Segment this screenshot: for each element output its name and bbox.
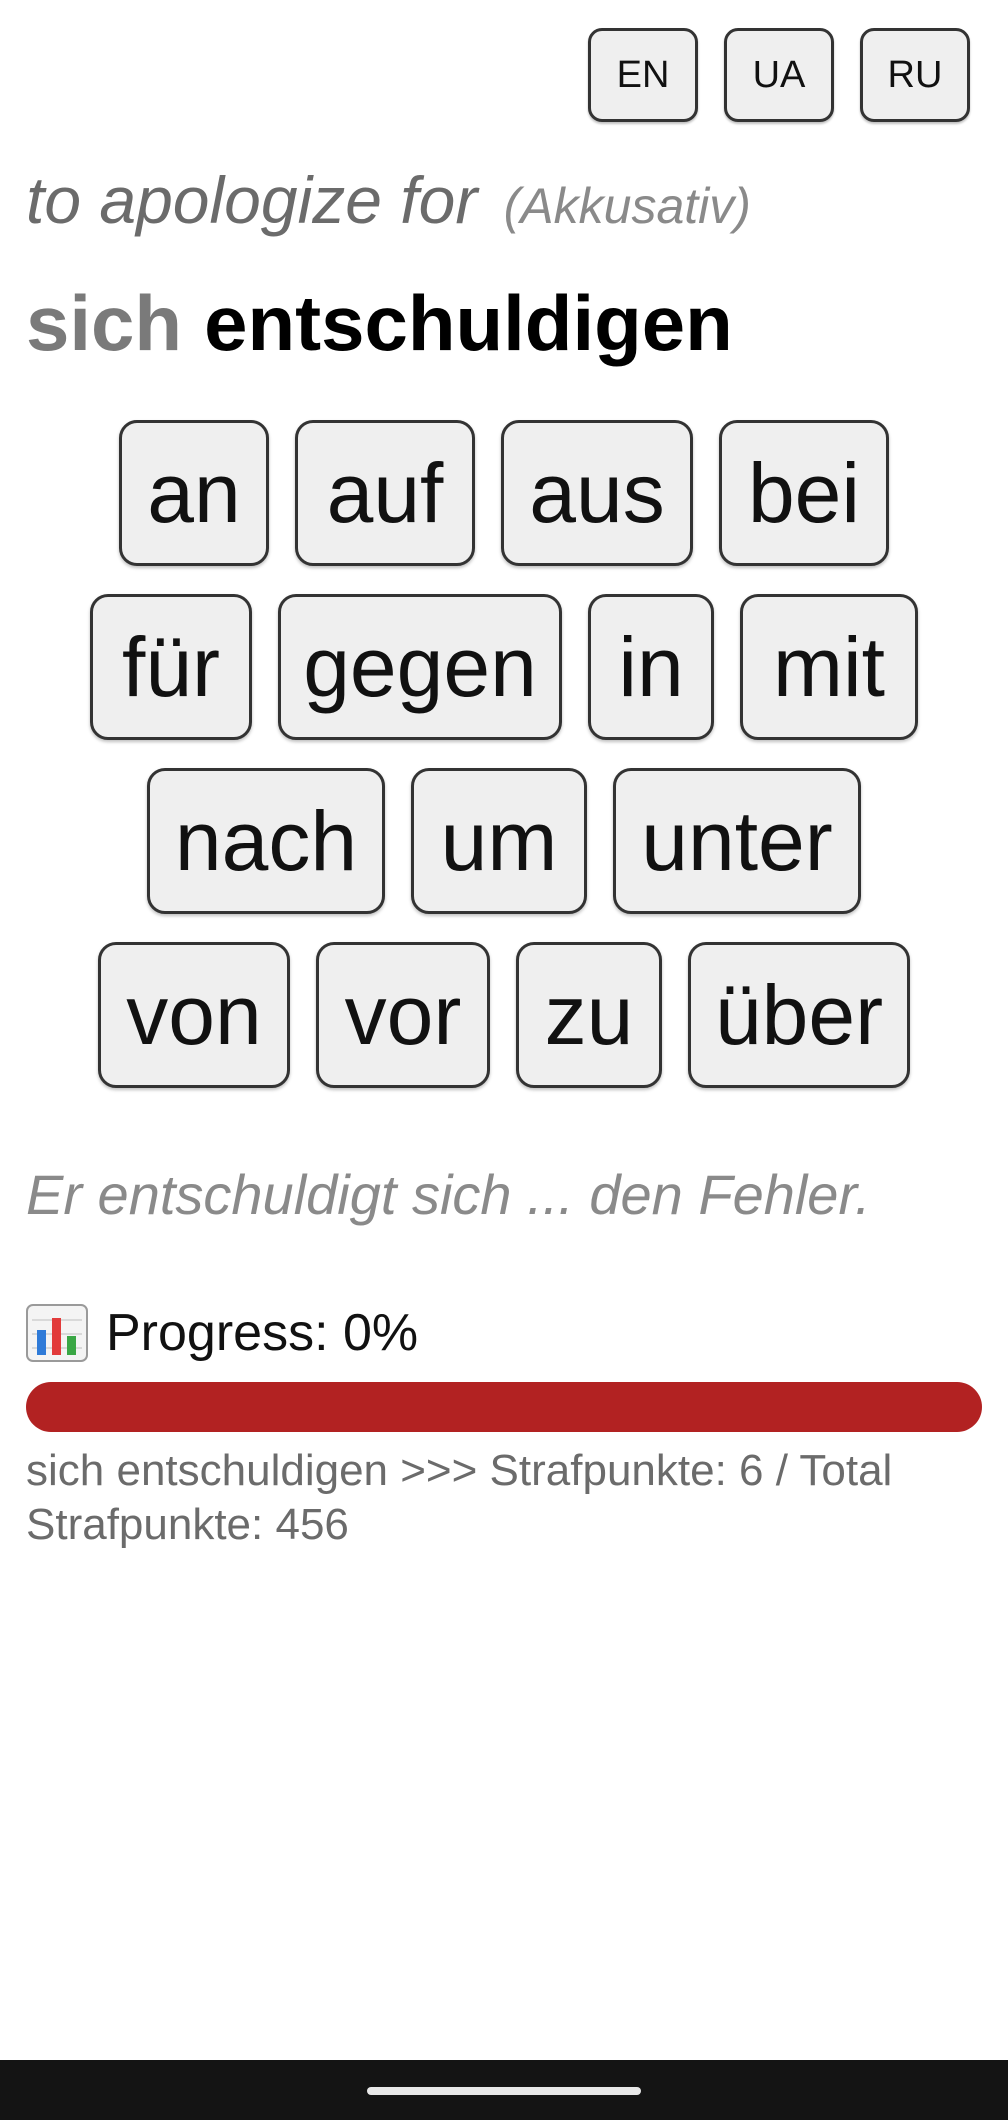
preposition-row: von vor zu über bbox=[98, 942, 910, 1088]
lang-button-en[interactable]: EN bbox=[588, 28, 698, 122]
preposition-button-zu[interactable]: zu bbox=[516, 942, 662, 1088]
preposition-row: nach um unter bbox=[147, 768, 861, 914]
penalty-summary: sich entschuldigen >>> Strafpunkte: 6 / … bbox=[26, 1446, 893, 1549]
preposition-button-ueber[interactable]: über bbox=[688, 942, 910, 1088]
preposition-button-in[interactable]: in bbox=[588, 594, 714, 740]
preposition-button-aus[interactable]: aus bbox=[501, 420, 693, 566]
translation-text: to apologize for bbox=[26, 163, 478, 237]
lang-button-ua[interactable]: UA bbox=[724, 28, 834, 122]
german-verb: sich entschuldigen bbox=[26, 278, 733, 369]
language-switcher: EN UA RU bbox=[588, 28, 970, 122]
preposition-button-fuer[interactable]: für bbox=[90, 594, 252, 740]
preposition-button-an[interactable]: an bbox=[119, 420, 269, 566]
preposition-button-nach[interactable]: nach bbox=[147, 768, 385, 914]
preposition-button-von[interactable]: von bbox=[98, 942, 290, 1088]
reflexive-pronoun: sich bbox=[26, 279, 183, 367]
preposition-button-mit[interactable]: mit bbox=[740, 594, 918, 740]
progress-header: Progress: 0% bbox=[26, 1303, 418, 1363]
verb-translation: to apologize for (Akkusativ) bbox=[26, 162, 751, 238]
preposition-choices: an auf aus bei für gegen in mit nach um … bbox=[0, 420, 1008, 1088]
lang-button-ru[interactable]: RU bbox=[860, 28, 970, 122]
preposition-row: an auf aus bei bbox=[119, 420, 889, 566]
progress-bar bbox=[26, 1382, 982, 1432]
progress-label-text: Progress: 0% bbox=[106, 1304, 419, 1362]
preposition-row: für gegen in mit bbox=[90, 594, 918, 740]
verb-infinitive: entschuldigen bbox=[204, 279, 733, 367]
system-navigation-bar bbox=[0, 2060, 1008, 2120]
preposition-button-unter[interactable]: unter bbox=[613, 768, 861, 914]
preposition-button-bei[interactable]: bei bbox=[719, 420, 889, 566]
example-sentence: Er entschuldigt sich ... den Fehler. bbox=[26, 1163, 871, 1226]
preposition-button-gegen[interactable]: gegen bbox=[278, 594, 562, 740]
preposition-button-auf[interactable]: auf bbox=[295, 420, 475, 566]
preposition-button-um[interactable]: um bbox=[411, 768, 587, 914]
bar-chart-icon bbox=[26, 1304, 88, 1362]
grammatical-case: (Akkusativ) bbox=[503, 178, 751, 234]
preposition-button-vor[interactable]: vor bbox=[316, 942, 490, 1088]
home-indicator[interactable] bbox=[367, 2087, 641, 2095]
